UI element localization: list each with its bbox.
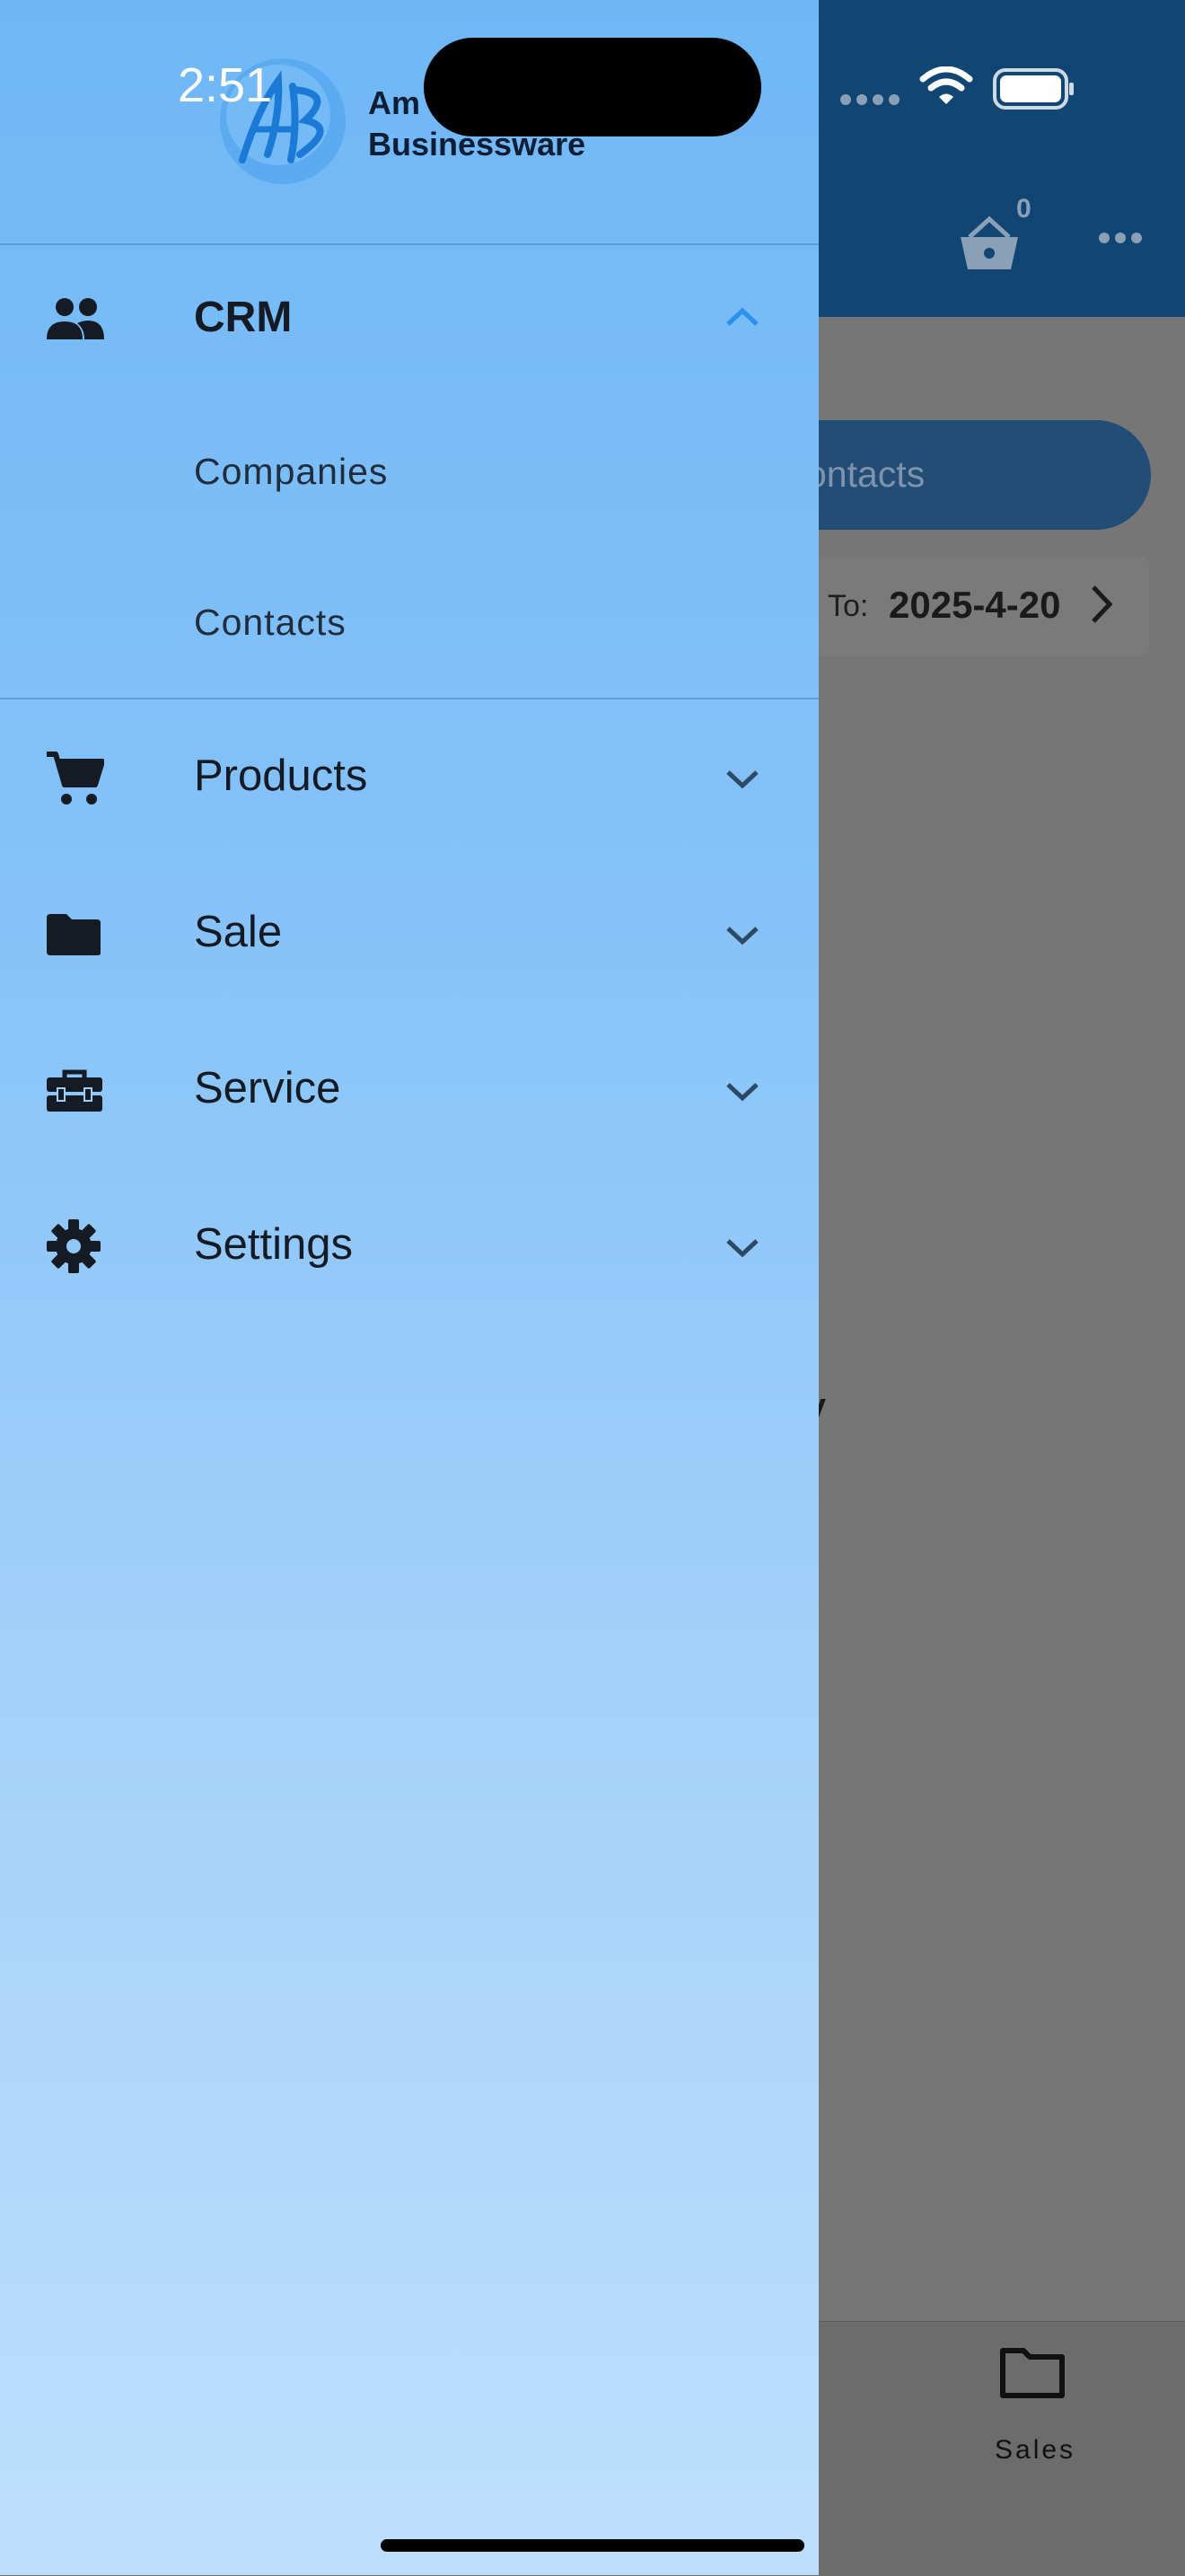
menu-label-service: Service — [194, 1064, 341, 1112]
folder-outline-icon[interactable] — [998, 2343, 1066, 2405]
battery-icon — [993, 68, 1075, 114]
contacts-tab-label: ontacts — [806, 453, 926, 495]
to-date-value[interactable]: 2025-4-20 — [889, 584, 1060, 627]
crm-section-divider — [0, 698, 819, 699]
home-indicator[interactable] — [381, 2539, 804, 2552]
header-divider — [0, 243, 819, 245]
sales-nav-label[interactable]: Sales — [995, 2435, 1075, 2466]
people-icon — [45, 296, 106, 346]
signal-icon — [839, 93, 902, 110]
navigation-drawer: Am Businessware CRM Companies Contacts P… — [0, 0, 819, 2575]
menu-label-settings: Settings — [194, 1220, 354, 1269]
menu-label-crm: CRM — [194, 294, 293, 341]
chevron-right-icon[interactable] — [1088, 582, 1115, 631]
to-date-label: To: — [828, 589, 869, 623]
menu-label-products: Products — [194, 752, 368, 800]
submenu-item-contacts[interactable]: Contacts — [194, 602, 347, 644]
chevron-down-icon[interactable] — [724, 1236, 761, 1264]
folder-icon — [45, 912, 102, 962]
wifi-icon — [919, 66, 973, 110]
chevron-up-icon[interactable] — [724, 305, 761, 333]
toolbox-icon — [45, 1068, 104, 1118]
cart-count-badge: 0 — [1016, 194, 1031, 224]
cart-icon — [45, 749, 105, 811]
chevron-down-icon[interactable] — [724, 924, 761, 952]
chevron-down-icon[interactable] — [724, 1080, 761, 1108]
menu-label-sale: Sale — [194, 908, 283, 956]
gear-icon — [45, 1218, 102, 1279]
submenu-item-companies[interactable]: Companies — [194, 451, 388, 493]
dynamic-island — [424, 38, 761, 136]
chevron-down-icon[interactable] — [724, 768, 761, 796]
basket-icon[interactable] — [957, 215, 1022, 277]
more-icon[interactable] — [1097, 230, 1144, 251]
status-time: 2:51 — [178, 58, 273, 112]
